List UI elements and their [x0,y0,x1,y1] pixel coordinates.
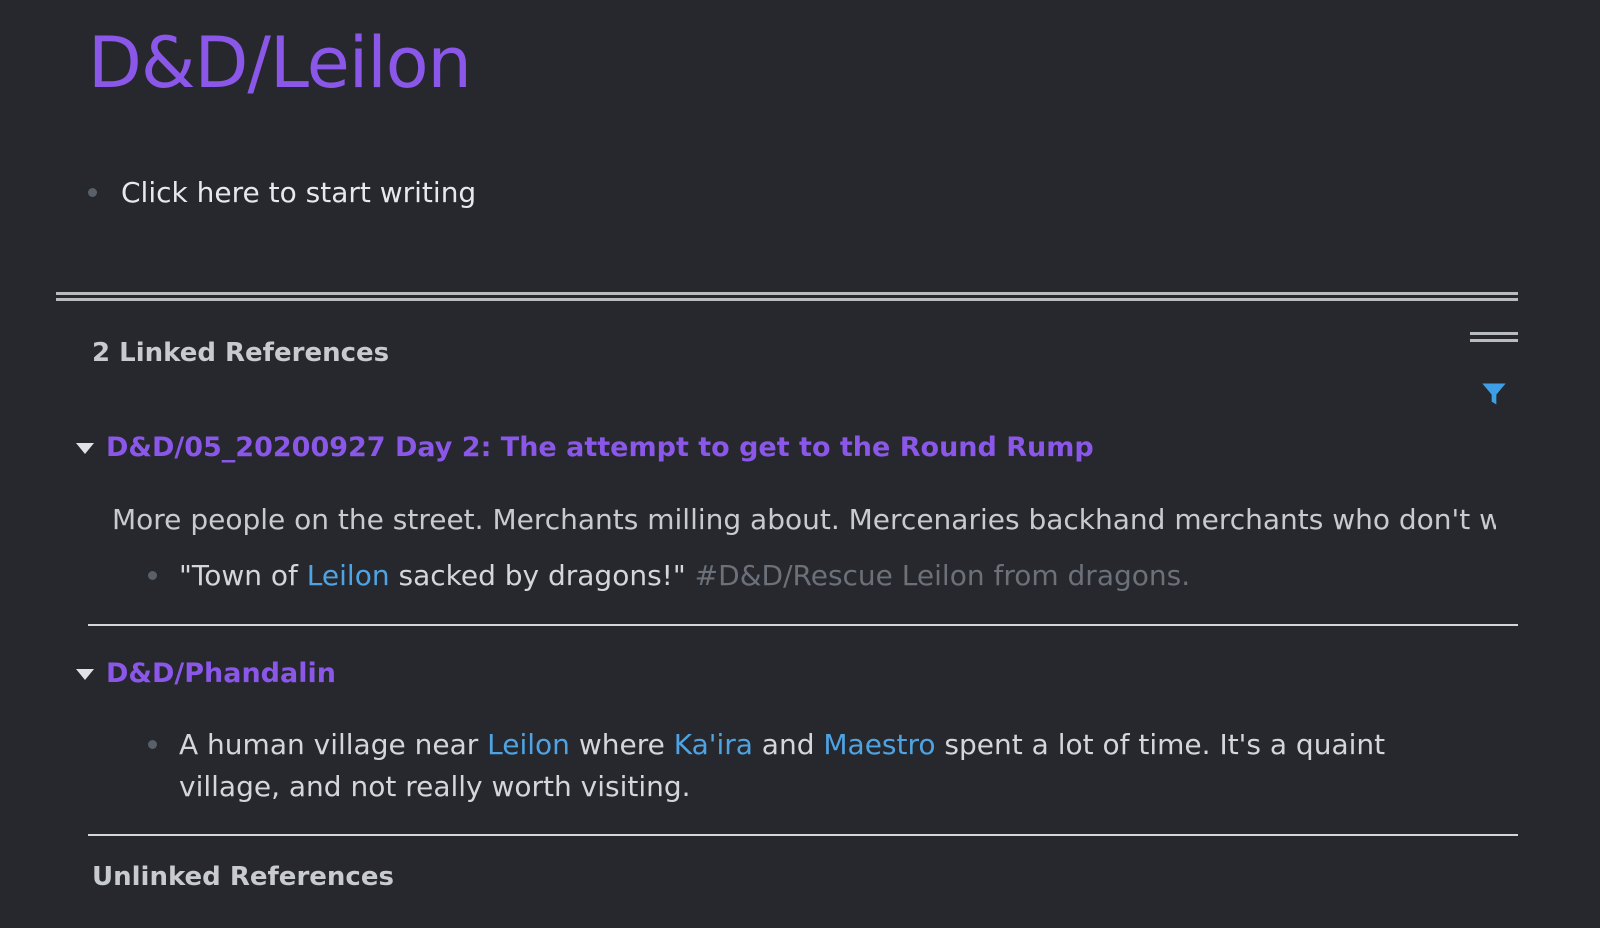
reference-block[interactable]: A human village near Leilon where Ka'ira… [148,724,1488,808]
block-text-part: sacked by dragons!" [389,559,695,592]
filter-icon[interactable] [1480,380,1508,408]
unlinked-references-header[interactable]: Unlinked References [92,862,394,892]
page-link[interactable]: Ka'ira [674,728,753,761]
bullet-dot[interactable] [88,188,97,197]
caret-down-icon[interactable] [76,443,94,454]
page-link[interactable]: Leilon [307,559,390,592]
caret-down-icon[interactable] [76,669,94,680]
block-text[interactable]: "Town of Leilon sacked by dragons!" #D&D… [179,555,1190,597]
block-text-part: "Town of [179,559,307,592]
block-text-part: and [752,728,824,761]
page-link[interactable]: Maestro [823,728,935,761]
bullet-dot[interactable] [148,571,157,580]
tag-link[interactable]: #D&D/Rescue Leilon from dragons. [695,559,1190,592]
ref-group-header[interactable]: D&D/Phandalin [76,658,336,689]
page: D&D/Leilon Click here to start writing 2… [0,0,1600,928]
group-divider [88,624,1518,626]
linked-references-header: 2 Linked References [92,338,390,368]
bullet-dot[interactable] [148,740,157,749]
references-divider [56,292,1518,301]
block-text-part: A human village near [179,728,488,761]
menu-lines-icon[interactable] [1470,332,1518,342]
ref-group-title[interactable]: D&D/Phandalin [106,658,336,689]
page-link[interactable]: Leilon [487,728,570,761]
ref-group-header[interactable]: D&D/05_20200927 Day 2: The attempt to ge… [76,432,1094,463]
ref-group-title[interactable]: D&D/05_20200927 Day 2: The attempt to ge… [106,432,1094,463]
starter-text[interactable]: Click here to start writing [121,176,476,209]
reference-block[interactable]: "Town of Leilon sacked by dragons!" #D&D… [148,555,1190,597]
block-text[interactable]: A human village near Leilon where Ka'ira… [179,724,1488,808]
block-text-part: where [569,728,674,761]
group-divider [88,834,1518,836]
page-title[interactable]: D&D/Leilon [88,18,472,108]
breadcrumb-context[interactable]: More people on the street. Merchants mil… [112,503,1496,536]
empty-block-prompt[interactable]: Click here to start writing [88,176,476,209]
